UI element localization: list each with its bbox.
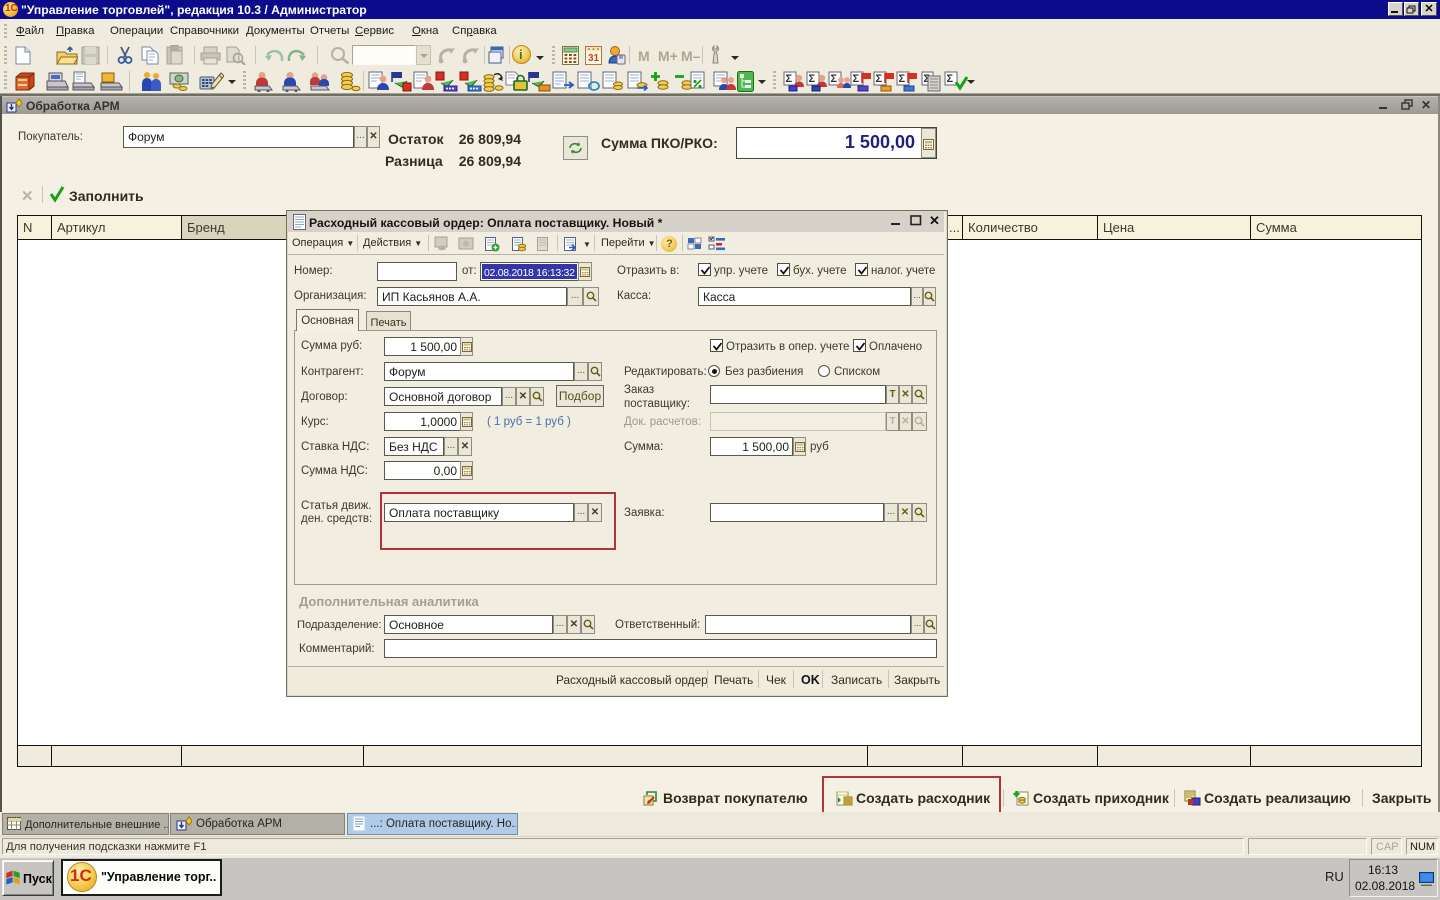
svg-text:Σ: Σ (853, 73, 860, 85)
svg-text:Σ: Σ (809, 73, 816, 85)
svg-text:Σ: Σ (786, 73, 793, 85)
svg-text:Σ: Σ (899, 73, 906, 85)
svg-text:Σ: Σ (947, 73, 954, 85)
svg-text:31: 31 (588, 53, 600, 64)
svg-text:Σ: Σ (831, 73, 838, 85)
svg-text:Σ: Σ (876, 73, 883, 85)
